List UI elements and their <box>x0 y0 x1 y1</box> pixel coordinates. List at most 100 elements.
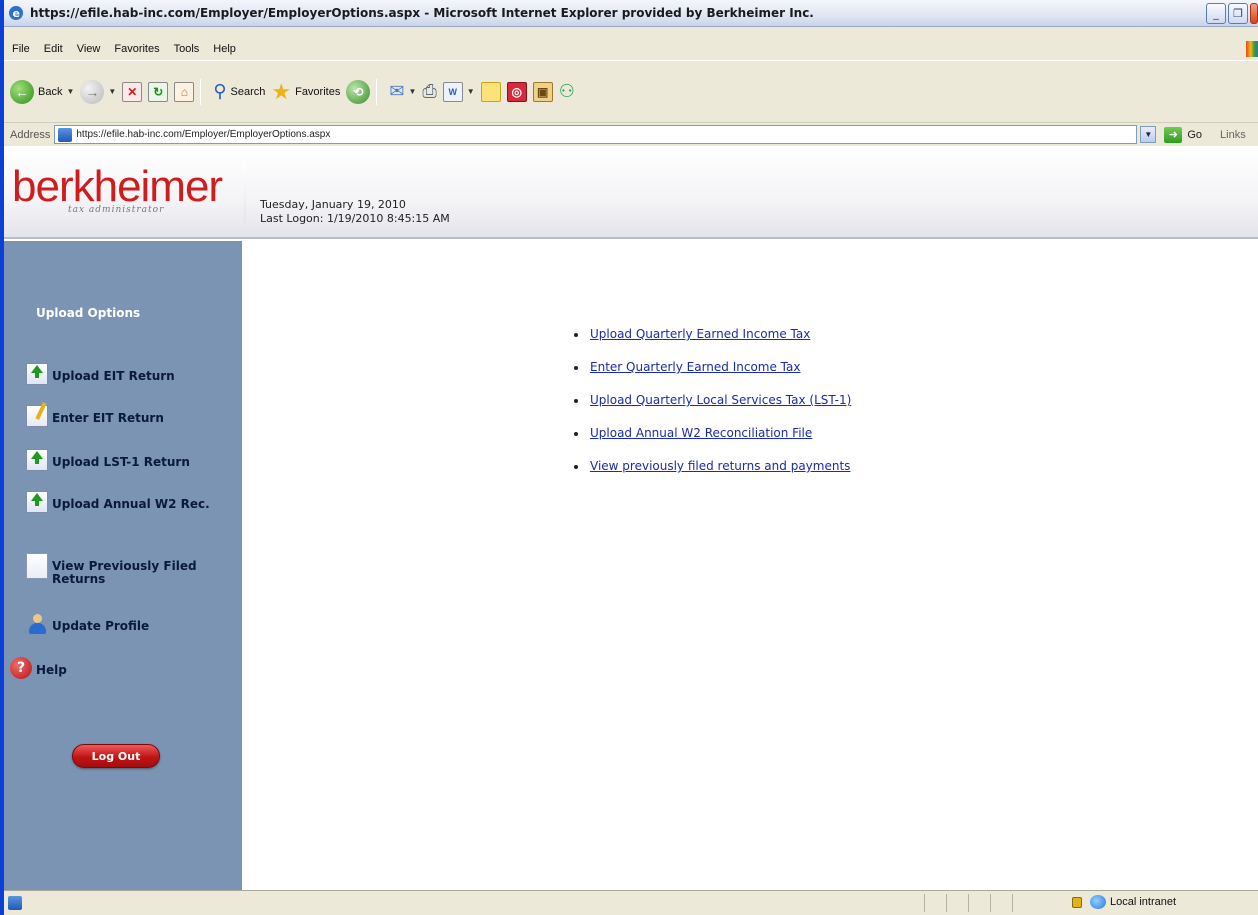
address-input[interactable]: https://efile.hab-inc.com/Employer/Emplo… <box>54 125 1138 144</box>
sidebar-item-label: View Previously Filed Returns <box>52 559 197 586</box>
upload-w2-link[interactable]: Upload Annual W2 Reconciliation File <box>590 426 812 440</box>
sidebar: Upload Options Upload EIT Return Enter E… <box>4 241 242 890</box>
upload-lst1-link[interactable]: Upload Quarterly Local Services Tax (LST… <box>590 393 851 407</box>
toolbar-separator <box>376 78 378 105</box>
user-icon <box>26 613 48 635</box>
sidebar-item-help[interactable]: ? Help <box>10 657 67 679</box>
sidebar-item-upload-w2[interactable]: Upload Annual W2 Rec. <box>26 491 216 513</box>
enter-eit-link[interactable]: Enter Quarterly Earned Income Tax <box>590 360 800 374</box>
sidebar-item-view-returns[interactable]: View Previously Filed Returns <box>26 553 238 586</box>
lock-icon <box>1072 896 1082 908</box>
page-status-icon <box>8 896 22 910</box>
mail-icon: ✉ <box>389 81 405 101</box>
close-button[interactable] <box>1250 3 1258 24</box>
favorites-button[interactable]: ★ Favorites <box>271 79 340 105</box>
sidebar-item-label: Upload LST-1 Return <box>52 455 190 469</box>
menu-file[interactable]: File <box>4 43 37 55</box>
back-arrow-icon: ← <box>10 79 34 104</box>
berkheimer-logo[interactable]: berkheimer tax administrator <box>12 162 234 216</box>
address-label: Address <box>10 128 51 141</box>
bullet <box>574 333 578 337</box>
security-zone[interactable]: Local intranet <box>1072 895 1176 909</box>
status-pane <box>1012 894 1034 912</box>
list-item: Upload Quarterly Earned Income Tax <box>568 327 851 360</box>
sidebar-item-label: Enter EIT Return <box>52 411 164 425</box>
header-info: Tuesday, January 19, 2010 Last Logon: 1/… <box>260 198 450 226</box>
print-button[interactable]: ⎙ <box>422 81 436 102</box>
history-button[interactable]: ⟲ <box>346 79 371 104</box>
tools-button[interactable]: ▣ <box>532 81 553 102</box>
back-dropdown-icon[interactable]: ▼ <box>66 87 74 96</box>
address-dropdown-icon[interactable]: ▼ <box>1140 126 1157 143</box>
search-button[interactable]: ⚲ Search <box>213 81 265 102</box>
bullet <box>574 465 578 469</box>
refresh-button[interactable]: ↻ <box>148 81 169 102</box>
forward-dropdown-icon[interactable]: ▼ <box>108 87 116 96</box>
menu-favorites[interactable]: Favorites <box>107 43 166 55</box>
title-spacer <box>4 27 1258 38</box>
go-label: Go <box>1187 128 1203 141</box>
stop-button[interactable]: ✕ <box>122 81 143 102</box>
edit-button[interactable]: W ▼ <box>442 81 475 102</box>
windows-flag-icon <box>1246 41 1258 57</box>
mail-dropdown-icon[interactable]: ▼ <box>408 87 416 96</box>
minimize-button[interactable]: _ <box>1206 3 1226 24</box>
svg-text:e: e <box>13 7 20 20</box>
menu-tools[interactable]: Tools <box>167 43 207 55</box>
mail-button[interactable]: ✉ ▼ <box>389 81 416 102</box>
favorites-label: Favorites <box>295 85 341 98</box>
list-item: Enter Quarterly Earned Income Tax <box>568 360 851 393</box>
research-button[interactable]: ◎ <box>506 81 527 102</box>
page-header: berkheimer tax administrator Tuesday, Ja… <box>4 147 1258 239</box>
note-icon <box>480 81 501 102</box>
links-button[interactable]: Links <box>1220 129 1246 141</box>
list-item: Upload Quarterly Local Services Tax (LST… <box>568 393 851 426</box>
logo-wordmark: berkheimer <box>12 162 223 211</box>
address-url[interactable]: https://efile.hab-inc.com/Employer/Emplo… <box>76 129 330 140</box>
sidebar-item-label: Upload EIT Return <box>52 369 175 383</box>
forward-button[interactable]: → ▼ <box>80 79 116 104</box>
menu-edit[interactable]: Edit <box>37 43 70 55</box>
title-bar[interactable]: e https://efile.hab-inc.com/Employer/Emp… <box>4 0 1258 27</box>
messenger-button[interactable]: ⚇ <box>559 81 575 102</box>
history-icon: ⟲ <box>346 79 371 104</box>
sidebar-item-enter-eit[interactable]: Enter EIT Return <box>26 405 164 427</box>
status-bar: Local intranet <box>4 890 1258 915</box>
word-icon: W <box>442 81 463 102</box>
options-list: Upload Quarterly Earned Income Tax Enter… <box>568 327 851 492</box>
view-returns-link[interactable]: View previously filed returns and paymen… <box>590 459 850 473</box>
stop-icon: ✕ <box>122 81 143 102</box>
sidebar-item-upload-eit[interactable]: Upload EIT Return <box>26 363 175 385</box>
internet-explorer-icon: e <box>9 6 23 20</box>
menu-bar: File Edit View Favorites Tools Help <box>4 38 1258 60</box>
status-pane <box>990 894 1012 912</box>
intranet-icon <box>1090 895 1106 909</box>
menu-help[interactable]: Help <box>206 43 243 55</box>
status-panes <box>924 894 1034 912</box>
current-date: Tuesday, January 19, 2010 <box>260 198 406 211</box>
menu-view[interactable]: View <box>70 43 108 55</box>
restore-button[interactable]: ❐ <box>1228 3 1248 24</box>
messenger-icon: ⚇ <box>558 81 575 101</box>
page-icon <box>58 127 73 142</box>
notes-button[interactable] <box>480 81 501 102</box>
refresh-icon: ↻ <box>148 81 169 102</box>
edit-document-icon <box>26 405 48 427</box>
sidebar-title: Upload Options <box>36 306 141 320</box>
sidebar-item-update-profile[interactable]: Update Profile <box>26 613 149 635</box>
go-button[interactable]: ➜ Go <box>1164 126 1203 143</box>
toolbar: ← Back ▼ → ▼ ✕ ↻ ⌂ ⚲ Search ★ Favorites … <box>4 60 1258 122</box>
upload-document-icon <box>26 363 48 385</box>
logo-tagline: tax administrator <box>68 205 165 215</box>
bullet <box>574 366 578 370</box>
upload-document-icon <box>26 491 48 513</box>
back-button[interactable]: ← Back ▼ <box>10 79 74 104</box>
sidebar-item-label: Update Profile <box>52 619 150 633</box>
home-button[interactable]: ⌂ <box>174 81 195 102</box>
logout-button[interactable]: Log Out <box>72 744 160 768</box>
address-bar: Address https://efile.hab-inc.com/Employ… <box>4 122 1258 146</box>
window-controls: _ ❐ <box>1206 3 1258 24</box>
upload-eit-link[interactable]: Upload Quarterly Earned Income Tax <box>590 327 810 341</box>
edit-dropdown-icon[interactable]: ▼ <box>467 87 475 96</box>
sidebar-item-upload-lst1[interactable]: Upload LST-1 Return <box>26 449 190 471</box>
